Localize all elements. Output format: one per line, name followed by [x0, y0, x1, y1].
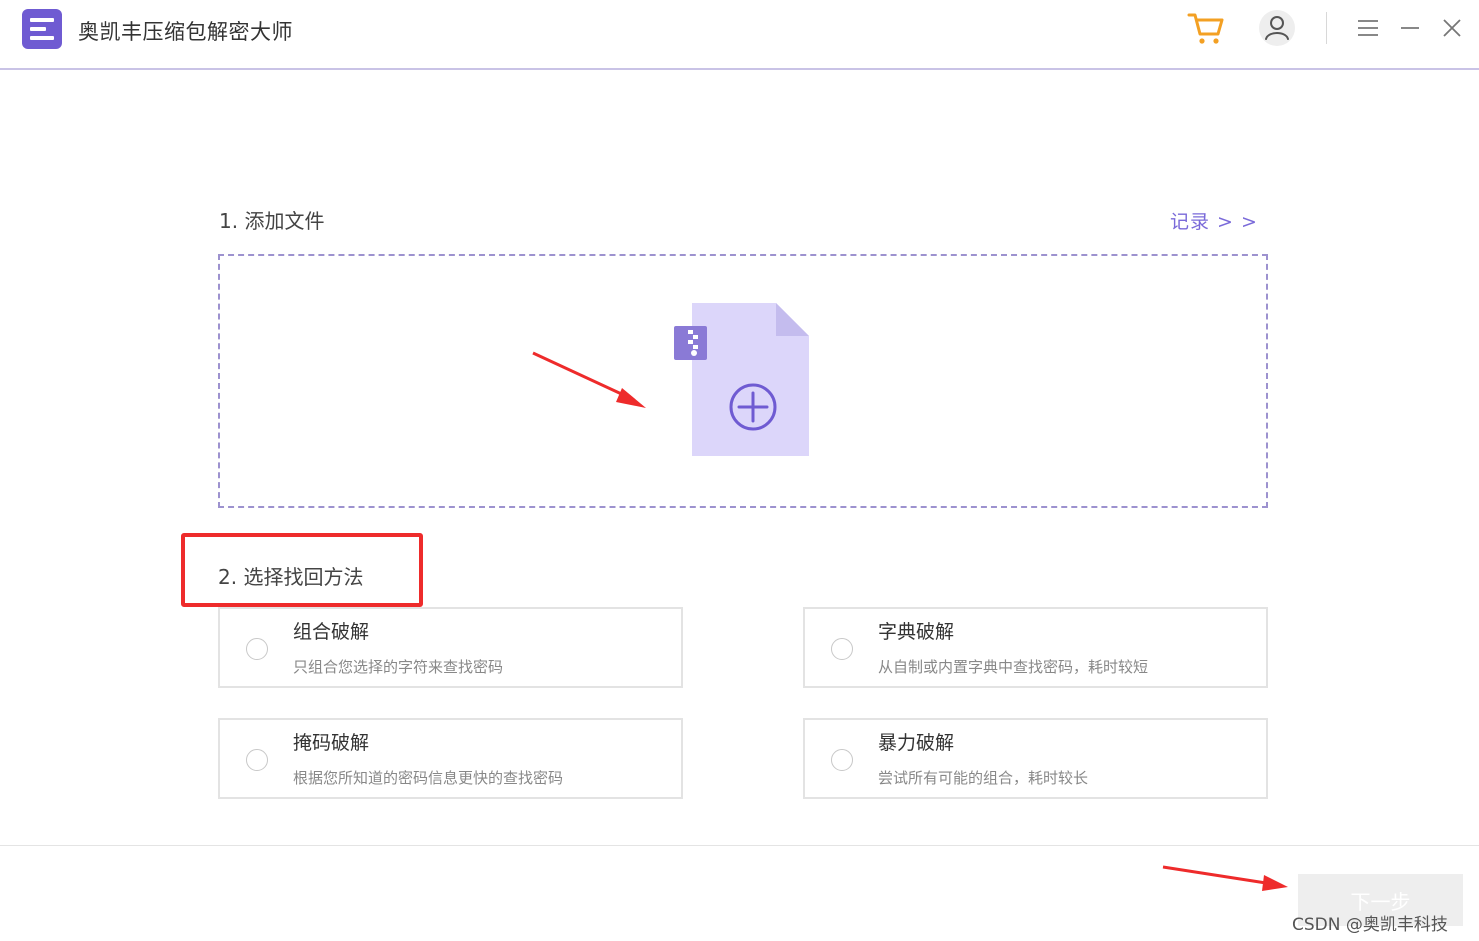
- radio-button[interactable]: [246, 638, 268, 660]
- radio-button[interactable]: [831, 638, 853, 660]
- option-description: 尝试所有可能的组合，耗时较长: [878, 769, 1089, 787]
- close-icon[interactable]: [1432, 8, 1472, 48]
- watermark: CSDN @奥凯丰科技: [1292, 915, 1448, 935]
- footer-divider: [0, 845, 1479, 846]
- option-combination[interactable]: 组合破解 只组合您选择的字符来查找密码: [218, 607, 683, 688]
- step2-label: 2. 选择找回方法: [218, 565, 364, 589]
- option-title: 组合破解: [293, 621, 370, 643]
- option-description: 只组合您选择的字符来查找密码: [293, 658, 504, 676]
- cart-icon[interactable]: [1186, 8, 1226, 48]
- radio-button[interactable]: [246, 749, 268, 771]
- title-bar: 奥凯丰压缩包解密大师: [0, 0, 1479, 70]
- record-link[interactable]: 记录 > >: [1170, 207, 1258, 234]
- annotation-arrow: [1162, 865, 1288, 891]
- option-mask[interactable]: 掩码破解 根据您所知道的密码信息更快的查找密码: [218, 718, 683, 799]
- titlebar-separator: [1326, 12, 1327, 44]
- option-description: 从自制或内置字典中查找密码，耗时较短: [878, 658, 1149, 676]
- app-title: 奥凯丰压缩包解密大师: [78, 20, 293, 44]
- option-title: 字典破解: [878, 621, 955, 643]
- option-title: 掩码破解: [293, 732, 370, 754]
- radio-button[interactable]: [831, 749, 853, 771]
- option-title: 暴力破解: [878, 732, 955, 754]
- step1-label: 1. 添加文件: [219, 209, 325, 233]
- minimize-icon[interactable]: [1390, 8, 1430, 48]
- option-description: 根据您所知道的密码信息更快的查找密码: [293, 769, 564, 787]
- user-icon[interactable]: [1257, 8, 1297, 48]
- app-logo: [22, 9, 62, 49]
- add-archive-file-icon[interactable]: [673, 302, 813, 460]
- option-dictionary[interactable]: 字典破解 从自制或内置字典中查找密码，耗时较短: [803, 607, 1268, 688]
- menu-icon[interactable]: [1348, 8, 1388, 48]
- option-brute-force[interactable]: 暴力破解 尝试所有可能的组合，耗时较长: [803, 718, 1268, 799]
